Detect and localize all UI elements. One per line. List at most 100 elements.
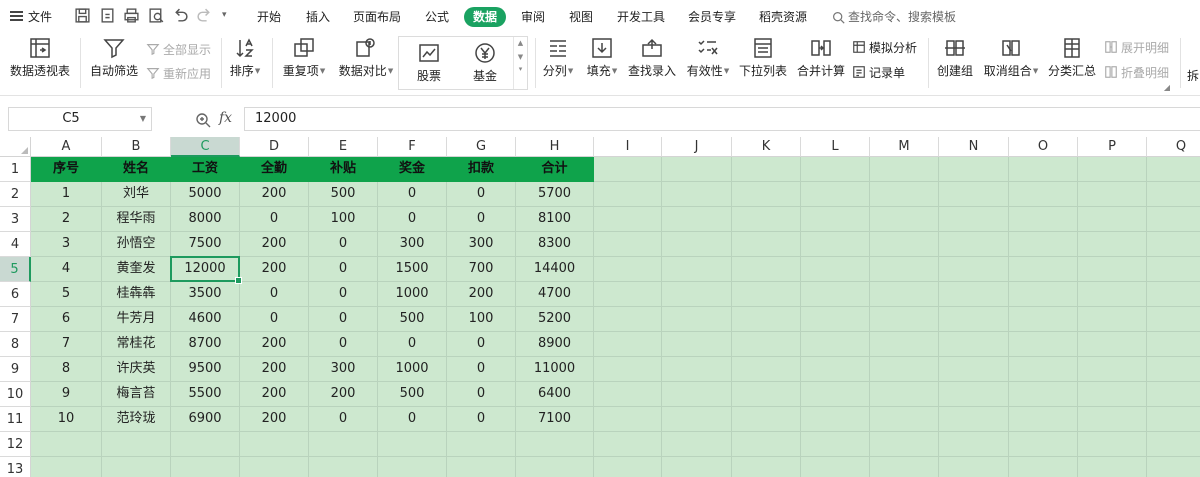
empty-cell[interactable] (1147, 457, 1200, 477)
empty-cell[interactable] (447, 457, 516, 477)
empty-cell[interactable] (171, 432, 240, 457)
empty-cell[interactable] (662, 432, 732, 457)
empty-cell[interactable] (662, 232, 732, 257)
table-header-cell[interactable]: 合计 (516, 157, 594, 182)
empty-cell[interactable] (939, 307, 1009, 332)
fund-button[interactable]: 基金 (463, 41, 507, 84)
empty-cell[interactable] (939, 207, 1009, 232)
row-header-5[interactable]: 5 (0, 257, 31, 282)
table-cell-a2[interactable]: 1 (31, 182, 102, 207)
table-cell-g8[interactable]: 0 (447, 332, 516, 357)
empty-cell[interactable] (662, 257, 732, 282)
show-all-button[interactable]: 全部显示 (146, 40, 211, 58)
row-header-7[interactable]: 7 (0, 307, 31, 332)
table-cell-h9[interactable]: 11000 (516, 357, 594, 382)
table-cell-b2[interactable]: 刘华 (102, 182, 171, 207)
empty-cell[interactable] (801, 207, 870, 232)
table-cell-f11[interactable]: 0 (378, 407, 447, 432)
empty-cell[interactable] (31, 457, 102, 477)
table-cell-h4[interactable]: 8300 (516, 232, 594, 257)
undo-icon[interactable] (172, 7, 189, 24)
empty-cell[interactable] (594, 157, 662, 182)
column-header-b[interactable]: B (102, 137, 171, 157)
empty-cell[interactable] (1078, 432, 1147, 457)
select-all-corner[interactable] (0, 137, 31, 157)
empty-cell[interactable] (1147, 257, 1200, 282)
empty-cell[interactable] (870, 457, 939, 477)
sort-button[interactable]: 排序▼ (226, 36, 264, 79)
empty-cell[interactable] (309, 457, 378, 477)
empty-cell[interactable] (594, 207, 662, 232)
empty-cell[interactable] (801, 307, 870, 332)
column-header-j[interactable]: J (662, 137, 732, 157)
empty-cell[interactable] (662, 382, 732, 407)
empty-cell[interactable] (732, 357, 801, 382)
table-cell-g6[interactable]: 200 (447, 282, 516, 307)
empty-cell[interactable] (732, 232, 801, 257)
column-header-g[interactable]: G (447, 137, 516, 157)
empty-cell[interactable] (1078, 232, 1147, 257)
empty-cell[interactable] (732, 257, 801, 282)
column-header-q[interactable]: Q (1147, 137, 1200, 157)
table-cell-b9[interactable]: 许庆英 (102, 357, 171, 382)
empty-cell[interactable] (1147, 382, 1200, 407)
table-cell-b6[interactable]: 桂犇犇 (102, 282, 171, 307)
customize-quick-access-icon[interactable]: ▾ (222, 10, 239, 27)
empty-cell[interactable] (801, 457, 870, 477)
table-cell-e5[interactable]: 0 (309, 257, 378, 282)
table-header-cell[interactable]: 序号 (31, 157, 102, 182)
empty-cell[interactable] (939, 157, 1009, 182)
table-cell-d3[interactable]: 0 (240, 207, 309, 232)
empty-cell[interactable] (732, 382, 801, 407)
empty-cell[interactable] (870, 282, 939, 307)
column-header-l[interactable]: L (801, 137, 870, 157)
table-cell-a10[interactable]: 9 (31, 382, 102, 407)
empty-cell[interactable] (1009, 382, 1078, 407)
empty-cell[interactable] (1078, 357, 1147, 382)
table-cell-a5[interactable]: 4 (31, 257, 102, 282)
empty-cell[interactable] (1009, 432, 1078, 457)
table-cell-b5[interactable]: 黄奎发 (102, 257, 171, 282)
table-cell-b3[interactable]: 程华雨 (102, 207, 171, 232)
table-header-cell[interactable]: 扣款 (447, 157, 516, 182)
empty-cell[interactable] (801, 257, 870, 282)
table-cell-h6[interactable]: 4700 (516, 282, 594, 307)
empty-cell[interactable] (662, 282, 732, 307)
ungroup-button[interactable]: 取消组合▼ (982, 36, 1040, 79)
empty-cell[interactable] (939, 282, 1009, 307)
table-cell-b8[interactable]: 常桂花 (102, 332, 171, 357)
table-cell-d10[interactable]: 200 (240, 382, 309, 407)
empty-cell[interactable] (594, 332, 662, 357)
empty-cell[interactable] (1009, 257, 1078, 282)
row-header-1[interactable]: 1 (0, 157, 31, 182)
stock-button[interactable]: 股票 (407, 41, 451, 84)
row-header-4[interactable]: 4 (0, 232, 31, 257)
table-header-cell[interactable]: 全勤 (240, 157, 309, 182)
empty-cell[interactable] (1078, 307, 1147, 332)
column-header-c[interactable]: C (171, 137, 240, 157)
more-ribbon-button[interactable]: 拆 (1186, 68, 1200, 84)
empty-cell[interactable] (1009, 332, 1078, 357)
empty-cell[interactable] (662, 182, 732, 207)
empty-cell[interactable] (1078, 382, 1147, 407)
table-cell-h11[interactable]: 7100 (516, 407, 594, 432)
empty-cell[interactable] (870, 182, 939, 207)
empty-cell[interactable] (1147, 407, 1200, 432)
empty-cell[interactable] (171, 457, 240, 477)
row-header-9[interactable]: 9 (0, 357, 31, 382)
column-header-f[interactable]: F (378, 137, 447, 157)
validity-button[interactable]: 有效性▼ (685, 36, 731, 79)
table-header-cell[interactable]: 补贴 (309, 157, 378, 182)
table-cell-e3[interactable]: 100 (309, 207, 378, 232)
column-header-i[interactable]: I (594, 137, 662, 157)
empty-cell[interactable] (1078, 207, 1147, 232)
row-header-13[interactable]: 13 (0, 457, 31, 477)
empty-cell[interactable] (662, 357, 732, 382)
collapse-detail-button[interactable]: 折叠明细 (1104, 63, 1169, 81)
column-header-o[interactable]: O (1009, 137, 1078, 157)
table-cell-c2[interactable]: 5000 (171, 182, 240, 207)
empty-cell[interactable] (1078, 457, 1147, 477)
empty-cell[interactable] (1009, 282, 1078, 307)
command-search[interactable]: 查找命令、搜索模板 (832, 7, 956, 27)
autofilter-button[interactable]: 自动筛选 (88, 36, 140, 79)
